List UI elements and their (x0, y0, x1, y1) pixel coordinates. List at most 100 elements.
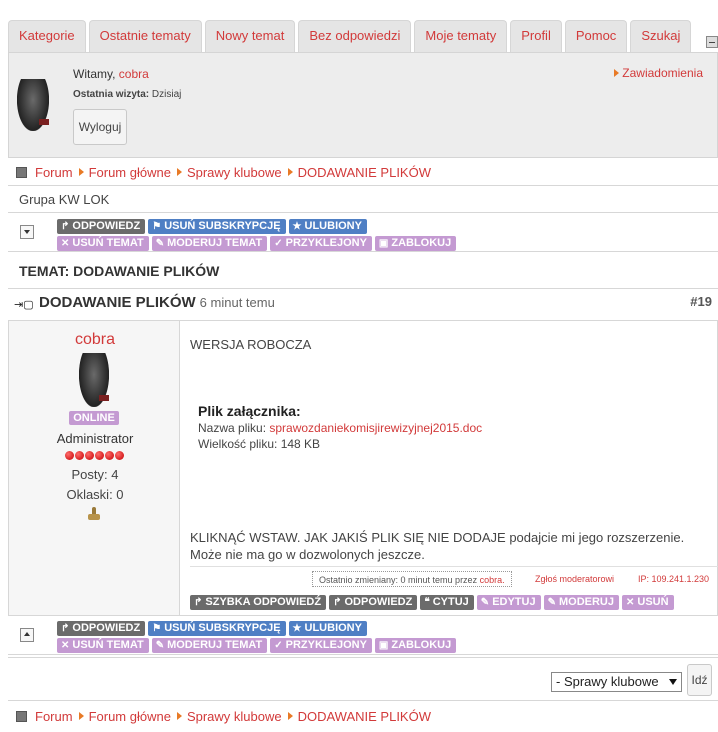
post-author-name[interactable]: cobra (9, 331, 181, 349)
main-tabs: Kategorie Ostatnie tematy Nowy temat Bez… (8, 20, 692, 52)
breadcrumb-forum[interactable]: Forum (35, 709, 73, 724)
reply-button[interactable]: ↱ ODPOWIEDZ (57, 219, 146, 234)
go-button[interactable]: Idź (687, 664, 712, 696)
breadcrumb-item[interactable]: Forum (35, 165, 73, 180)
tab-szukaj[interactable]: Szukaj (630, 20, 692, 52)
tab-ostatnie-tematy[interactable]: Ostatnie tematy (88, 20, 202, 52)
breadcrumb-item[interactable]: DODAWANIE PLIKÓW (287, 165, 431, 180)
post-reply-label: ODPOWIEDZ (344, 596, 413, 608)
arrow-right-icon (78, 168, 84, 176)
notifications-link[interactable]: Zawiadomienia (614, 66, 703, 80)
sticky-button[interactable]: ✓ PRZYKLEJONY (270, 638, 372, 653)
topic-title: TEMAT: DODAWANIE PLIKÓW (19, 263, 220, 279)
moderate-topic-button[interactable]: ✎ MODERUJ TEMAT (151, 236, 268, 251)
breadcrumb-item[interactable]: DODAWANIE PLIKÓW (287, 709, 431, 724)
expand-toggle-icon[interactable] (20, 628, 34, 642)
post-reply-button[interactable]: ↱ ODPOWIEDZ (329, 595, 418, 610)
ip-address-link[interactable]: IP: 109.241.1.230 (638, 574, 709, 584)
logout-button[interactable]: Wyloguj (73, 109, 127, 145)
tab-bez-odpowiedzi[interactable]: Bez odpowiedzi (298, 20, 412, 52)
quote-button[interactable]: ❝ CYTUJ (420, 595, 474, 610)
delete-icon: ✕ (61, 640, 70, 651)
last-edited-text: Ostatnio zmieniany: 0 minut temu przez (319, 575, 478, 585)
lock-topic-button[interactable]: ▣ ZABLOKUJ (374, 638, 457, 653)
breadcrumb-item[interactable]: Sprawy klubowe (176, 709, 282, 724)
sticky-button[interactable]: ✓ PRZYKLEJONY (270, 236, 372, 251)
applause-icon[interactable] (88, 507, 100, 521)
avatar[interactable] (17, 79, 49, 131)
post-actions: ↱ SZYBKA ODPOWIEDŹ ↱ ODPOWIEDZ ❝ CYTUJ ✎ EDY… (190, 595, 674, 610)
post-author-panel: cobra ONLINE Administrator Posty: 4 Okla… (8, 321, 180, 615)
last-edited-by[interactable]: cobra. (480, 575, 505, 585)
last-visit-value: Dzisiaj (151, 89, 182, 100)
post-title: DODAWANIE PLIKÓW 6 minut temu (39, 294, 275, 311)
breadcrumb-item[interactable]: Forum główne (78, 709, 171, 724)
delete-topic-label: USUŃ TEMAT (72, 639, 144, 651)
quote-label: CYTUJ (432, 596, 469, 608)
minimize-icon[interactable] (706, 36, 718, 48)
online-badge: ONLINE (69, 411, 119, 425)
breadcrumb-item[interactable]: Sprawy klubowe (176, 165, 282, 180)
favorite-label: ULUBIONY (304, 622, 362, 634)
topic-toolbar-bottom: ↱ ODPOWIEDZ ⚑ USUŃ SUBSKRYPCJĘ ★ ULUBIONY ✕… (8, 615, 718, 655)
unsubscribe-button[interactable]: ⚑ USUŃ SUBSKRYPCJĘ (148, 219, 286, 234)
forum-home-icon[interactable] (16, 710, 27, 722)
breadcrumb-forum[interactable]: Forum (35, 165, 73, 180)
lock-topic-button[interactable]: ▣ ZABLOKUJ (374, 236, 457, 251)
edit-button[interactable]: ✎ EDYTUJ (476, 595, 541, 610)
lock-topic-label: ZABLOKUJ (391, 639, 452, 651)
breadcrumb-sprawy-klubowe[interactable]: Sprawy klubowe (187, 165, 282, 180)
forum-home-icon[interactable] (16, 166, 27, 178)
breadcrumb-forum-glowne[interactable]: Forum główne (89, 165, 171, 180)
forum-jump-select[interactable]: - Sprawy klubowe (551, 672, 682, 692)
reply-button[interactable]: ↱ ODPOWIEDZ (57, 621, 146, 636)
favorite-button[interactable]: ★ ULUBIONY (288, 219, 367, 234)
breadcrumb-bottom: Forum Forum główne Sprawy klubowe DODAWA… (8, 703, 718, 729)
check-icon: ✓ (274, 238, 283, 249)
user-panel: Witamy, cobra Ostatnia wizyta: Dzisiaj W… (8, 52, 718, 158)
post-author-avatar[interactable] (79, 353, 109, 407)
delete-topic-button[interactable]: ✕ USUŃ TEMAT (57, 638, 149, 653)
breadcrumb-current-topic[interactable]: DODAWANIE PLIKÓW (298, 709, 431, 724)
attachment-block: Plik załącznika: Nazwa pliku: sprawozdan… (198, 403, 482, 451)
tab-kategorie[interactable]: Kategorie (8, 20, 86, 52)
breadcrumb-forum-glowne[interactable]: Forum główne (89, 709, 171, 724)
attachment-size: Wielkość pliku: 148 KB (198, 437, 321, 451)
breadcrumb-current-topic[interactable]: DODAWANIE PLIKÓW (298, 165, 431, 180)
moderate-post-label: MODERUJ (558, 596, 614, 608)
username-link[interactable]: cobra (119, 67, 149, 81)
file-name-label: Nazwa pliku: (198, 421, 267, 435)
topic-toolbar-top: ↱ ODPOWIEDZ ⚑ USUŃ SUBSKRYPCJĘ ★ ULUBIONY ✕… (8, 212, 718, 252)
post-link-icon[interactable]: ⇥▢ (14, 298, 34, 311)
attachment-name-line: Nazwa pliku: sprawozdaniekomisjirewizyjn… (198, 421, 482, 435)
tab-pomoc[interactable]: Pomoc (564, 20, 628, 52)
breadcrumb-item[interactable]: Forum (35, 709, 73, 724)
lock-icon: ▣ (378, 640, 389, 651)
reply-icon: ↱ (61, 221, 70, 232)
moderate-topic-label: MODERUJ TEMAT (167, 237, 263, 249)
post-meta: Ostatnio zmieniany: 0 minut temu przez c… (190, 566, 718, 588)
forum-jump-selected: - Sprawy klubowe (556, 674, 659, 689)
welcome-text: Witamy, cobra (73, 67, 149, 81)
report-moderator-link[interactable]: Zgłoś moderatorowi (535, 574, 614, 584)
breadcrumb-item[interactable]: Forum główne (78, 165, 171, 180)
star-icon: ★ (292, 221, 302, 232)
breadcrumb: Forum Forum główne Sprawy klubowe DODAWA… (8, 159, 718, 185)
delete-topic-button[interactable]: ✕ USUŃ TEMAT (57, 236, 149, 251)
delete-post-button[interactable]: ✕ USUŃ (622, 595, 674, 610)
tab-profil[interactable]: Profil (510, 20, 562, 52)
tab-nowy-temat[interactable]: Nowy temat (204, 20, 296, 52)
arrow-right-icon (287, 712, 293, 720)
unsubscribe-button[interactable]: ⚑ USUŃ SUBSKRYPCJĘ (148, 621, 286, 636)
favorite-label: ULUBIONY (304, 220, 362, 232)
collapse-toggle-icon[interactable] (20, 225, 34, 239)
quick-reply-button[interactable]: ↱ SZYBKA ODPOWIEDŹ (190, 595, 327, 610)
breadcrumb-sprawy-klubowe[interactable]: Sprawy klubowe (187, 709, 282, 724)
moderate-topic-button[interactable]: ✎ MODERUJ TEMAT (151, 638, 268, 653)
favorite-button[interactable]: ★ ULUBIONY (288, 621, 367, 636)
moderate-post-button[interactable]: ✎ MODERUJ (543, 595, 619, 610)
tab-moje-tematy[interactable]: Moje tematy (414, 20, 508, 52)
post-time: 6 minut temu (199, 295, 275, 310)
attachment-file-link[interactable]: sprawozdaniekomisjirewizyjnej2015.doc (269, 421, 482, 435)
post-number[interactable]: #19 (690, 294, 712, 309)
